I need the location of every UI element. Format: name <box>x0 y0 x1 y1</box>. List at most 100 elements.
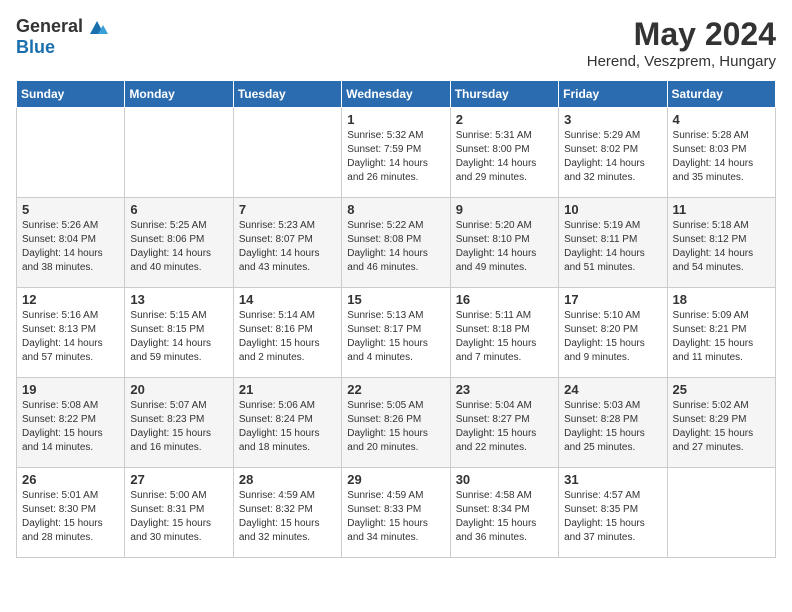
day-number: 27 <box>130 472 227 487</box>
day-number: 23 <box>456 382 553 397</box>
calendar-cell: 12 Sunrise: 5:16 AM Sunset: 8:13 PM Dayli… <box>17 288 125 378</box>
day-content: Sunrise: 5:00 AM Sunset: 8:31 PM Dayligh… <box>130 489 227 545</box>
header-friday: Friday <box>559 81 667 108</box>
day-number: 24 <box>564 382 661 397</box>
calendar-cell: 2Sunrise: 5:31 AM Sunset: 8:00 PM Daylig… <box>450 108 558 198</box>
header-tuesday: Tuesday <box>233 81 341 108</box>
calendar-cell: 18 Sunrise: 5:09 AM Sunset: 8:21 PM Dayli… <box>667 288 775 378</box>
calendar-cell: 17 Sunrise: 5:10 AM Sunset: 8:20 PM Dayli… <box>559 288 667 378</box>
day-content: Sunrise: 5:16 AM Sunset: 8:13 PM Dayligh… <box>22 309 119 365</box>
calendar-cell: 19Sunrise: 5:08 AM Sunset: 8:22 PM Dayli… <box>17 378 125 468</box>
day-content: Sunrise: 5:07 AM Sunset: 8:23 PM Dayligh… <box>130 399 227 455</box>
calendar-cell <box>17 108 125 198</box>
day-content: Sunrise: 4:57 AM Sunset: 8:35 PM Dayligh… <box>564 489 661 545</box>
day-number: 6 <box>130 202 227 217</box>
calendar-cell: 16 Sunrise: 5:11 AM Sunset: 8:18 PM Dayli… <box>450 288 558 378</box>
day-content: Sunrise: 5:22 AM Sunset: 8:08 PM Dayligh… <box>347 219 444 275</box>
day-number: 8 <box>347 202 444 217</box>
calendar-cell: 15 Sunrise: 5:13 AM Sunset: 8:17 PM Dayli… <box>342 288 450 378</box>
calendar-cell: 9Sunrise: 5:20 AM Sunset: 8:10 PM Daylig… <box>450 198 558 288</box>
day-number: 10 <box>564 202 661 217</box>
calendar-week-3: 12 Sunrise: 5:16 AM Sunset: 8:13 PM Dayli… <box>17 288 776 378</box>
day-number: 25 <box>673 382 770 397</box>
day-content: Sunrise: 4:58 AM Sunset: 8:34 PM Dayligh… <box>456 489 553 545</box>
day-number: 19 <box>22 382 119 397</box>
calendar-cell: 11 Sunrise: 5:18 AM Sunset: 8:12 PM Dayli… <box>667 198 775 288</box>
calendar-table: SundayMondayTuesdayWednesdayThursdayFrid… <box>16 80 776 558</box>
day-number: 30 <box>456 472 553 487</box>
day-content: Sunrise: 5:15 AM Sunset: 8:15 PM Dayligh… <box>130 309 227 365</box>
day-number: 4 <box>673 112 770 127</box>
calendar-cell <box>667 468 775 558</box>
day-number: 14 <box>239 292 336 307</box>
calendar-cell: 4 Sunrise: 5:28 AM Sunset: 8:03 PM Daylig… <box>667 108 775 198</box>
calendar-cell: 20Sunrise: 5:07 AM Sunset: 8:23 PM Dayli… <box>125 378 233 468</box>
calendar-cell: 8 Sunrise: 5:22 AM Sunset: 8:08 PM Daylig… <box>342 198 450 288</box>
calendar-cell: 10 Sunrise: 5:19 AM Sunset: 8:11 PM Dayli… <box>559 198 667 288</box>
day-number: 11 <box>673 202 770 217</box>
calendar-cell: 29 Sunrise: 4:59 AM Sunset: 8:33 PM Dayli… <box>342 468 450 558</box>
day-content: Sunrise: 5:01 AM Sunset: 8:30 PM Dayligh… <box>22 489 119 545</box>
day-content: Sunrise: 5:19 AM Sunset: 8:11 PM Dayligh… <box>564 219 661 275</box>
calendar-cell: 14 Sunrise: 5:14 AM Sunset: 8:16 PM Dayli… <box>233 288 341 378</box>
calendar-cell: 3 Sunrise: 5:29 AM Sunset: 8:02 PM Daylig… <box>559 108 667 198</box>
day-number: 31 <box>564 472 661 487</box>
day-content: Sunrise: 5:25 AM Sunset: 8:06 PM Dayligh… <box>130 219 227 275</box>
calendar-week-1: 1 Sunrise: 5:32 AM Sunset: 7:59 PM Daylig… <box>17 108 776 198</box>
day-number: 1 <box>347 112 444 127</box>
day-number: 5 <box>22 202 119 217</box>
calendar-cell: 5 Sunrise: 5:26 AM Sunset: 8:04 PM Daylig… <box>17 198 125 288</box>
day-content: Sunrise: 5:28 AM Sunset: 8:03 PM Dayligh… <box>673 129 770 185</box>
day-number: 21 <box>239 382 336 397</box>
location-subtitle: Herend, Veszprem, Hungary <box>587 53 776 70</box>
day-number: 17 <box>564 292 661 307</box>
header-thursday: Thursday <box>450 81 558 108</box>
day-content: Sunrise: 5:03 AM Sunset: 8:28 PM Dayligh… <box>564 399 661 455</box>
day-content: Sunrise: 4:59 AM Sunset: 8:32 PM Dayligh… <box>239 489 336 545</box>
calendar-week-5: 26 Sunrise: 5:01 AM Sunset: 8:30 PM Dayli… <box>17 468 776 558</box>
day-number: 3 <box>564 112 661 127</box>
day-number: 13 <box>130 292 227 307</box>
calendar-cell: 7Sunrise: 5:23 AM Sunset: 8:07 PM Daylig… <box>233 198 341 288</box>
day-content: Sunrise: 5:05 AM Sunset: 8:26 PM Dayligh… <box>347 399 444 455</box>
day-content: Sunrise: 5:13 AM Sunset: 8:17 PM Dayligh… <box>347 309 444 365</box>
header-sunday: Sunday <box>17 81 125 108</box>
day-content: Sunrise: 5:32 AM Sunset: 7:59 PM Dayligh… <box>347 129 444 185</box>
header-wednesday: Wednesday <box>342 81 450 108</box>
calendar-cell <box>233 108 341 198</box>
day-content: Sunrise: 5:29 AM Sunset: 8:02 PM Dayligh… <box>564 129 661 185</box>
calendar-cell: 22Sunrise: 5:05 AM Sunset: 8:26 PM Dayli… <box>342 378 450 468</box>
day-number: 7 <box>239 202 336 217</box>
day-content: Sunrise: 5:04 AM Sunset: 8:27 PM Dayligh… <box>456 399 553 455</box>
day-content: Sunrise: 5:14 AM Sunset: 8:16 PM Dayligh… <box>239 309 336 365</box>
calendar-cell: 21Sunrise: 5:06 AM Sunset: 8:24 PM Dayli… <box>233 378 341 468</box>
calendar-cell <box>125 108 233 198</box>
day-number: 15 <box>347 292 444 307</box>
month-year-title: May 2024 <box>587 16 776 53</box>
calendar-cell: 28Sunrise: 4:59 AM Sunset: 8:32 PM Dayli… <box>233 468 341 558</box>
logo-general-text: General <box>16 17 83 37</box>
calendar-cell: 30 Sunrise: 4:58 AM Sunset: 8:34 PM Dayli… <box>450 468 558 558</box>
day-content: Sunrise: 5:10 AM Sunset: 8:20 PM Dayligh… <box>564 309 661 365</box>
day-content: Sunrise: 5:31 AM Sunset: 8:00 PM Dayligh… <box>456 129 553 185</box>
logo-icon <box>86 16 108 38</box>
header-monday: Monday <box>125 81 233 108</box>
day-number: 9 <box>456 202 553 217</box>
calendar-week-4: 19Sunrise: 5:08 AM Sunset: 8:22 PM Dayli… <box>17 378 776 468</box>
day-content: Sunrise: 5:18 AM Sunset: 8:12 PM Dayligh… <box>673 219 770 275</box>
day-content: Sunrise: 5:11 AM Sunset: 8:18 PM Dayligh… <box>456 309 553 365</box>
day-content: Sunrise: 4:59 AM Sunset: 8:33 PM Dayligh… <box>347 489 444 545</box>
calendar-header-row: SundayMondayTuesdayWednesdayThursdayFrid… <box>17 81 776 108</box>
day-number: 26 <box>22 472 119 487</box>
day-content: Sunrise: 5:09 AM Sunset: 8:21 PM Dayligh… <box>673 309 770 365</box>
day-number: 16 <box>456 292 553 307</box>
calendar-cell: 23 Sunrise: 5:04 AM Sunset: 8:27 PM Dayli… <box>450 378 558 468</box>
day-number: 12 <box>22 292 119 307</box>
day-number: 18 <box>673 292 770 307</box>
calendar-cell: 1 Sunrise: 5:32 AM Sunset: 7:59 PM Daylig… <box>342 108 450 198</box>
calendar-cell: 27 Sunrise: 5:00 AM Sunset: 8:31 PM Dayli… <box>125 468 233 558</box>
day-number: 29 <box>347 472 444 487</box>
calendar-cell: 31 Sunrise: 4:57 AM Sunset: 8:35 PM Dayli… <box>559 468 667 558</box>
calendar-cell: 26 Sunrise: 5:01 AM Sunset: 8:30 PM Dayli… <box>17 468 125 558</box>
day-content: Sunrise: 5:26 AM Sunset: 8:04 PM Dayligh… <box>22 219 119 275</box>
